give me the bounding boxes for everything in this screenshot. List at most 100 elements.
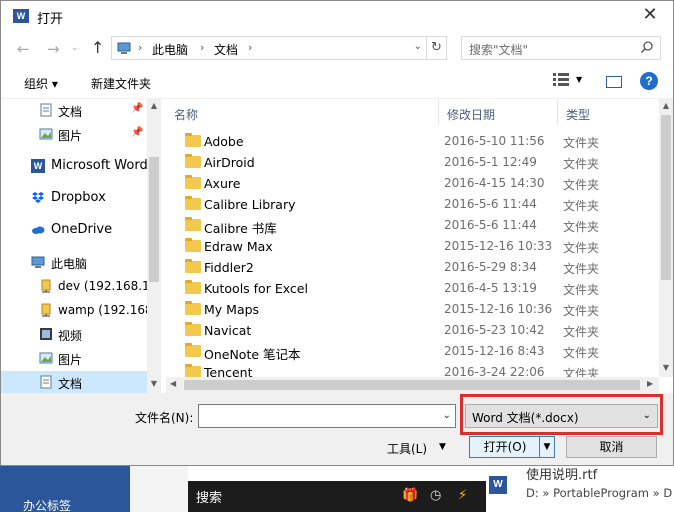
table-row[interactable]: Fiddler2 2016-5-29 8:34 文件夹: [166, 257, 659, 278]
organize-button[interactable]: 组织 ▾: [24, 75, 58, 92]
table-row[interactable]: Axure 2016-4-15 14:30 文件夹: [166, 173, 659, 194]
sidebar-item-label: 此电脑: [51, 257, 88, 271]
tools-dropdown-icon[interactable]: ▼: [439, 442, 446, 452]
word-icon: W: [13, 9, 29, 23]
recent-file-item[interactable]: W 使用说明.rtf D: » PortableProgram » D: [486, 466, 674, 512]
sidebar-item-this-pc[interactable]: 此电脑: [1, 251, 147, 273]
file-type: 文件夹: [563, 136, 600, 150]
table-row[interactable]: My Maps 2015-12-16 10:36 文件夹: [166, 299, 659, 320]
table-row[interactable]: Edraw Max 2015-12-16 10:33 文件夹: [166, 236, 659, 257]
folder-icon: [185, 343, 201, 357]
sidebar-item-pictures[interactable]: 图片: [1, 347, 147, 369]
table-row[interactable]: OneNote 笔记本 2015-12-16 8:43 文件夹: [166, 341, 659, 362]
column-label: 修改日期: [447, 108, 496, 122]
sidebar-item-microsoft-word[interactable]: W Microsoft Word: [1, 155, 147, 177]
scroll-up-icon[interactable]: ▲: [659, 101, 673, 110]
sidebar-item-label: 文档: [58, 377, 83, 391]
recent-file-path: D: » PortableProgram » D: [526, 486, 673, 500]
pin-icon[interactable]: 📌: [131, 127, 143, 138]
scroll-down-icon[interactable]: ▼: [659, 363, 673, 372]
sidebar-item-label: Microsoft Word: [51, 158, 147, 173]
sidebar-item-label: 图片: [58, 129, 83, 143]
sidebar-item-onedrive[interactable]: OneDrive: [1, 219, 147, 241]
word-icon: W: [489, 476, 507, 494]
scroll-up-icon[interactable]: ▲: [147, 101, 161, 110]
gift-icon[interactable]: 🎁: [402, 488, 418, 503]
sidebar-item-documents[interactable]: 文档: [1, 371, 147, 393]
chevron-down-icon[interactable]: ⌄: [443, 410, 451, 421]
file-date: 2016-4-5 13:19: [444, 281, 537, 295]
breadcrumb-this-pc[interactable]: 此电脑: [152, 41, 188, 58]
breadcrumb-separator[interactable]: ›: [138, 41, 142, 54]
sidebar-item-documents-pinned[interactable]: 文档 📌: [1, 99, 147, 121]
pictures-icon: [39, 128, 53, 140]
file-type: 文件夹: [563, 220, 600, 234]
column-header-name[interactable]: 名称 ⌃: [166, 99, 439, 125]
file-date: 2015-12-16 10:36: [444, 302, 553, 316]
view-dropdown-icon[interactable]: ▼: [576, 75, 582, 84]
clock-icon[interactable]: ◷: [430, 488, 441, 503]
address-bar[interactable]: › 此电脑 › 文档 › ⌄ ↻: [111, 36, 447, 60]
new-folder-button[interactable]: 新建文件夹: [91, 75, 151, 92]
sidebar-item-label: dev (192.168.1.: [58, 279, 147, 293]
breadcrumb-separator[interactable]: ›: [248, 41, 252, 54]
search-input[interactable]: 搜索"文档": [461, 36, 661, 60]
computer-icon: [31, 256, 45, 268]
taskbar-search[interactable]: 搜索: [196, 487, 222, 506]
table-row[interactable]: Kutools for Excel 2016-4-5 13:19 文件夹: [166, 278, 659, 299]
up-icon[interactable]: ↑: [91, 38, 104, 57]
address-dropdown-icon[interactable]: ⌄: [414, 41, 422, 52]
scrollbar-thumb[interactable]: [184, 380, 640, 390]
recent-locations-chevron-icon[interactable]: ⌄: [71, 43, 79, 53]
column-header-type[interactable]: 类型: [558, 99, 659, 125]
search-icon[interactable]: [640, 40, 654, 54]
scroll-down-icon[interactable]: ▼: [147, 379, 161, 388]
pin-icon[interactable]: 📌: [131, 103, 143, 114]
background-word-panel: 办公标签: [0, 466, 130, 512]
column-header-date[interactable]: 修改日期: [439, 99, 558, 125]
cancel-button[interactable]: 取消: [566, 436, 657, 458]
scroll-left-icon[interactable]: ◀: [170, 379, 176, 388]
sidebar-item-dev-drive[interactable]: dev (192.168.1.: [1, 275, 147, 297]
close-button[interactable]: ✕: [627, 1, 673, 31]
open-button[interactable]: 打开(O): [469, 436, 541, 458]
sidebar-scrollbar[interactable]: ▲ ▼: [147, 99, 161, 393]
help-icon[interactable]: ?: [640, 72, 658, 90]
table-row[interactable]: Navicat 2016-5-23 10:42 文件夹: [166, 320, 659, 341]
preview-pane-icon[interactable]: [606, 76, 622, 88]
view-options-icon[interactable]: [553, 73, 569, 87]
file-date: 2015-12-16 10:33: [444, 239, 553, 253]
taskbar: 搜索 🎁 ◷ ⚡: [188, 481, 486, 512]
sidebar-item-wamp-drive[interactable]: wamp (192.168: [1, 299, 147, 321]
file-list-vertical-scrollbar[interactable]: ▲ ▼: [659, 99, 673, 377]
sidebar-item-pictures-pinned[interactable]: 图片 📌: [1, 123, 147, 145]
open-dropdown-icon[interactable]: ▼: [539, 436, 555, 458]
breadcrumb-documents[interactable]: 文档: [214, 41, 238, 58]
back-icon[interactable]: ←: [17, 40, 30, 58]
sidebar-item-label: Dropbox: [51, 190, 106, 205]
file-name: Edraw Max: [204, 239, 273, 254]
sidebar-item-dropbox[interactable]: Dropbox: [1, 187, 147, 209]
table-row[interactable]: Adobe 2016-5-10 11:56 文件夹: [166, 131, 659, 152]
breadcrumb-separator[interactable]: ›: [200, 41, 204, 54]
file-name: Axure: [204, 176, 241, 191]
scrollbar-thumb[interactable]: [149, 157, 159, 282]
forward-icon[interactable]: →: [47, 40, 60, 58]
tools-button[interactable]: 工具(L): [387, 440, 427, 457]
folder-icon: [185, 301, 201, 315]
refresh-icon[interactable]: ↻: [426, 37, 446, 59]
lightning-icon[interactable]: ⚡: [458, 488, 467, 503]
sidebar-item-videos[interactable]: 视频: [1, 323, 147, 345]
folder-icon: [185, 217, 201, 231]
scroll-right-icon[interactable]: ▶: [647, 379, 653, 388]
open-file-dialog: W 打开 ✕ ← → ⌄ ↑ › 此电脑 › 文档 › ⌄ ↻ 搜索"文档" 组…: [0, 0, 674, 466]
table-row[interactable]: AirDroid 2016-5-1 12:49 文件夹: [166, 152, 659, 173]
table-row[interactable]: Calibre Library 2016-5-6 11:44 文件夹: [166, 194, 659, 215]
recent-file-name: 使用说明.rtf: [526, 468, 598, 483]
table-row[interactable]: Calibre 书库 2016-5-6 11:44 文件夹: [166, 215, 659, 236]
file-list-horizontal-scrollbar[interactable]: ◀ ▶: [166, 377, 659, 393]
file-type: 文件夹: [563, 325, 600, 339]
filename-input[interactable]: ⌄: [198, 404, 456, 428]
scrollbar-thumb[interactable]: [661, 115, 671, 280]
computer-icon: [117, 42, 131, 54]
